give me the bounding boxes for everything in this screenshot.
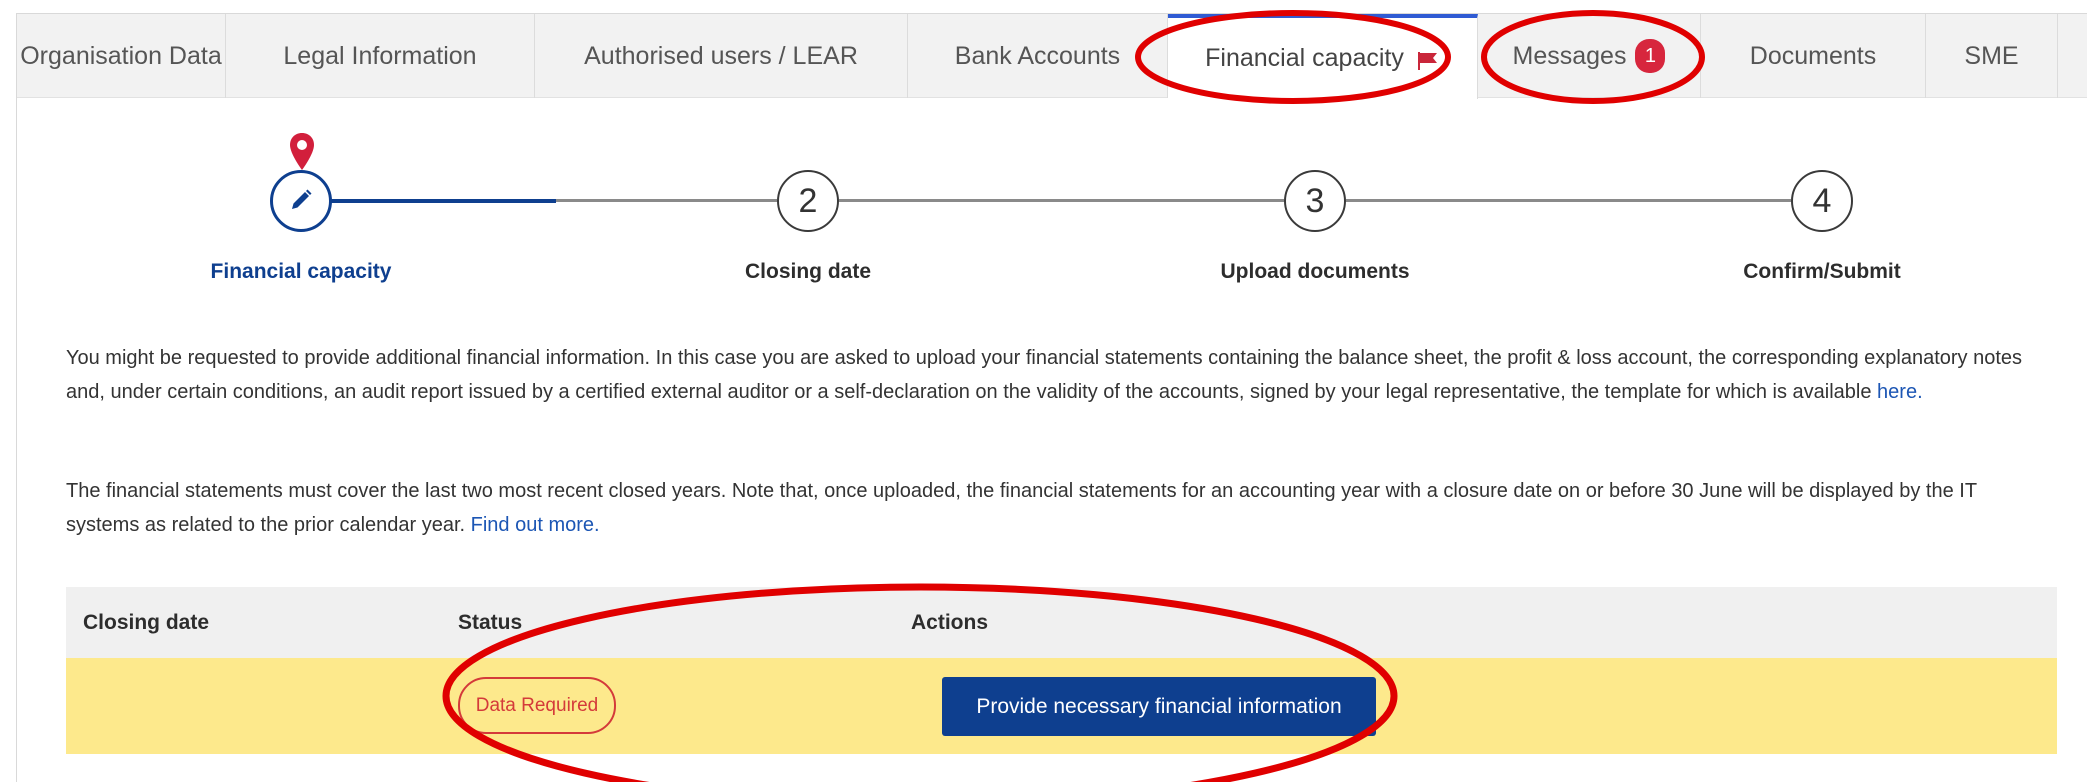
table-header: Closing date Status Actions bbox=[66, 587, 2057, 658]
step-number: 3 bbox=[1305, 181, 1325, 220]
step-connector bbox=[556, 199, 777, 202]
template-link[interactable]: here. bbox=[1877, 381, 1923, 403]
tab-label: Documents bbox=[1749, 41, 1877, 70]
info-paragraph-2: The financial statements must cover the … bbox=[66, 474, 2036, 542]
tab-label: Messages bbox=[1512, 41, 1627, 70]
tab-authorised-users[interactable]: Authorised users / LEAR bbox=[535, 14, 908, 98]
tab-label: Legal Information bbox=[283, 41, 477, 70]
tab-label: Organisation Data bbox=[20, 41, 222, 70]
column-header-closing-date: Closing date bbox=[83, 610, 210, 634]
tab-legal-information[interactable]: Legal Information bbox=[226, 14, 535, 98]
tab-label: Financial capacity bbox=[1205, 44, 1404, 72]
step-connector-completed bbox=[331, 199, 556, 203]
status-badge: Data Required bbox=[458, 677, 616, 734]
step-3-circle[interactable]: 3 bbox=[1284, 170, 1346, 232]
tab-sme[interactable]: SME bbox=[1926, 14, 2058, 98]
info-text: The financial statements must cover the … bbox=[66, 480, 1977, 536]
tab-financial-capacity[interactable]: Financial capacity bbox=[1168, 14, 1478, 99]
find-out-more-link[interactable]: Find out more. bbox=[471, 514, 600, 536]
tab-organisation-data[interactable]: Organisation Data bbox=[17, 14, 226, 98]
provide-financial-information-button[interactable]: Provide necessary financial information bbox=[942, 677, 1376, 736]
step-number: 4 bbox=[1812, 181, 1832, 220]
step-2-label: Closing date bbox=[744, 260, 872, 283]
message-count-badge: 1 bbox=[1635, 39, 1666, 73]
step-1-circle[interactable] bbox=[270, 170, 332, 232]
step-1-label: Financial capacity bbox=[210, 260, 392, 283]
column-header-actions: Actions bbox=[911, 610, 989, 634]
pencil-icon bbox=[289, 182, 313, 221]
tab-documents[interactable]: Documents bbox=[1701, 14, 1926, 98]
info-paragraph-1: You might be requested to provide additi… bbox=[66, 341, 2036, 409]
flag-icon bbox=[1416, 49, 1440, 70]
table-row: Data Required Provide necessary financia… bbox=[66, 658, 2057, 754]
step-number: 2 bbox=[798, 181, 818, 220]
tab-label: SME bbox=[1964, 41, 2019, 70]
step-connector bbox=[839, 199, 1284, 202]
info-text: You might be requested to provide additi… bbox=[66, 347, 2023, 403]
tab-bank-accounts[interactable]: Bank Accounts bbox=[908, 14, 1168, 98]
step-3-label: Upload documents bbox=[1220, 260, 1410, 283]
tab-bar: Organisation Data Legal Information Auth… bbox=[17, 14, 2087, 99]
step-2-circle[interactable]: 2 bbox=[777, 170, 839, 232]
tab-messages[interactable]: Messages 1 bbox=[1478, 14, 1701, 98]
tab-label: Authorised users / LEAR bbox=[584, 41, 858, 70]
step-4-label: Confirm/Submit bbox=[1743, 260, 1901, 283]
tab-label: Bank Accounts bbox=[954, 41, 1121, 70]
step-connector bbox=[1346, 199, 1791, 202]
step-4-circle[interactable]: 4 bbox=[1791, 170, 1853, 232]
column-header-status: Status bbox=[458, 610, 523, 634]
